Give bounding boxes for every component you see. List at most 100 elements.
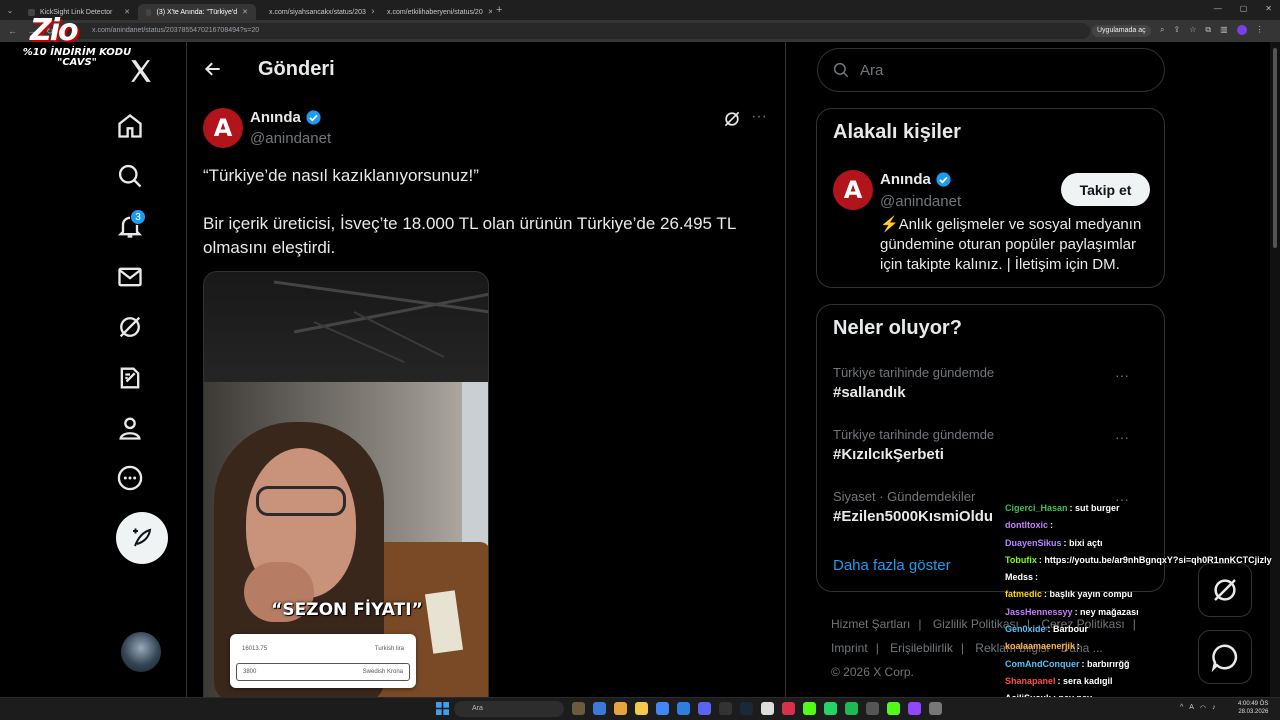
tab-close-icon[interactable]: ✕: [242, 8, 248, 16]
x-logo-icon[interactable]: [128, 58, 154, 84]
tab-title: x.com/siyahsancakx/status/203: [269, 8, 366, 16]
sidebar-icon[interactable]: ▥: [1220, 25, 1228, 35]
url-field[interactable]: x.com/anindanet/status/20378554702167084…: [62, 23, 1090, 39]
close-window-icon[interactable]: ✕: [1265, 4, 1272, 13]
chat-username[interactable]: Tobufix: [1005, 555, 1037, 565]
scrollbar-thumb[interactable]: [1273, 48, 1277, 248]
app-icon[interactable]: [908, 702, 921, 715]
post-video[interactable]: “SEZON FİYATI” 16013.75 Turkish lira 380…: [203, 271, 489, 720]
app-icon[interactable]: [929, 702, 942, 715]
browser-tab-active[interactable]: (3) X'te Anında: "Türkiye'd ✕: [138, 4, 256, 20]
tab-close-icon[interactable]: ✕: [124, 8, 130, 16]
tab-close-icon[interactable]: ✕: [488, 8, 492, 16]
spotify-icon[interactable]: [845, 702, 858, 715]
more-options-circle-icon[interactable]: [116, 464, 144, 492]
account-avatar[interactable]: [121, 632, 161, 672]
wifi-icon[interactable]: ◠: [1200, 704, 1206, 712]
browser-tab[interactable]: x.com/siyahsancakx/status/203 ✕: [256, 4, 374, 20]
mail-icon[interactable]: [656, 702, 669, 715]
obs-icon[interactable]: [866, 702, 879, 715]
profile-icon[interactable]: [1236, 25, 1247, 35]
browser-tab-bar: ⌄ KickSight Link Detector ✕ (3) X'te Anın…: [0, 0, 1280, 20]
related-person-name: Anında: [880, 171, 931, 188]
chat-username[interactable]: Gen0xide: [1005, 624, 1046, 634]
clock[interactable]: 4:00:49 ÖS 28.03.2026: [1238, 700, 1268, 716]
show-more-link[interactable]: Daha fazla göster: [833, 557, 951, 574]
premium-compose-icon[interactable]: [116, 364, 144, 392]
related-person-handle[interactable]: @anindanet: [880, 193, 961, 210]
tab-search-icon[interactable]: ⌄: [0, 6, 20, 15]
file-explorer-icon[interactable]: [635, 702, 648, 715]
author-name-row[interactable]: Anında: [250, 109, 322, 126]
language-icon[interactable]: A: [1189, 704, 1194, 712]
back-icon[interactable]: ←: [8, 26, 17, 37]
home-icon[interactable]: [116, 112, 144, 140]
trend-more-icon[interactable]: ···: [1115, 429, 1129, 445]
profile-person-icon[interactable]: [116, 414, 144, 442]
imprint-link[interactable]: Imprint: [831, 641, 868, 655]
grok-icon[interactable]: [116, 313, 144, 341]
window-controls: — ▢ ✕: [1214, 4, 1272, 13]
widgets-icon[interactable]: [572, 702, 585, 715]
kick-icon[interactable]: [887, 702, 900, 715]
accessibility-link[interactable]: Erişilebilirlik: [890, 641, 953, 655]
follow-button[interactable]: Takip et: [1061, 173, 1150, 206]
vpn-icon[interactable]: [782, 702, 795, 715]
grok-explain-icon[interactable]: [722, 109, 742, 129]
extensions-icon[interactable]: ⧉: [1205, 25, 1211, 35]
epic-games-icon[interactable]: [719, 702, 732, 715]
chat-username[interactable]: Shanapanel: [1005, 676, 1056, 686]
video-caption: “SEZON FİYATI”: [271, 600, 423, 620]
converter-unit: Turkish lira: [374, 646, 404, 652]
chat-username[interactable]: fatmedic: [1005, 589, 1042, 599]
calendar-icon[interactable]: [677, 702, 690, 715]
volume-icon[interactable]: ♪: [1212, 704, 1216, 712]
trend-item[interactable]: Türkiye tarihinde gündemde #KızılcıkŞerb…: [833, 427, 1153, 463]
taskbar-search[interactable]: Ara: [454, 701, 564, 717]
discord-icon[interactable]: [698, 702, 711, 715]
author-avatar[interactable]: A: [203, 108, 243, 148]
browser-tab[interactable]: x.com/etkilihaberyeni/status/20 ✕: [374, 4, 492, 20]
verified-badge-icon: [936, 172, 951, 187]
whatsapp-icon[interactable]: [824, 702, 837, 715]
task-view-icon[interactable]: [593, 702, 606, 715]
notepad-icon[interactable]: [761, 702, 774, 715]
post-more-icon[interactable]: ···: [749, 108, 769, 128]
explore-search-icon[interactable]: [116, 162, 144, 190]
chat-username[interactable]: koalaamaenerjik: [1005, 641, 1075, 651]
messages-mail-icon[interactable]: [116, 263, 144, 291]
new-tab-icon[interactable]: +: [496, 4, 502, 16]
chat-username[interactable]: Medss: [1005, 572, 1033, 582]
messages-float-button[interactable]: [1198, 630, 1252, 684]
grok-float-button[interactable]: [1198, 563, 1252, 617]
chat-username[interactable]: ComAndConquer: [1005, 659, 1080, 669]
chat-username[interactable]: dontltoxic: [1005, 520, 1048, 530]
maximize-icon[interactable]: ▢: [1240, 4, 1248, 13]
trend-more-icon[interactable]: ···: [1115, 367, 1129, 383]
chat-text: :: [1077, 641, 1081, 652]
related-person-avatar[interactable]: A: [833, 170, 873, 210]
chrome-icon[interactable]: [614, 702, 627, 715]
compose-post-button[interactable]: [116, 512, 168, 564]
windows-taskbar: Ara ^ A ◠ ♪ 4:00:49 ÖS 28.03.2026: [0, 697, 1280, 720]
chat-username[interactable]: DuayenSikus: [1005, 538, 1062, 548]
windows-start-icon[interactable]: [436, 702, 449, 715]
share-icon[interactable]: ⇪: [1173, 25, 1180, 35]
search-input[interactable]: Ara: [817, 48, 1165, 92]
kick-icon[interactable]: [803, 702, 816, 715]
zoom-icon[interactable]: ⌕: [1160, 25, 1164, 35]
menu-icon[interactable]: ⋮: [1256, 25, 1264, 35]
steam-icon[interactable]: [740, 702, 753, 715]
related-person-name-row[interactable]: Anında: [880, 171, 952, 188]
author-handle[interactable]: @anindanet: [250, 130, 331, 147]
trend-item[interactable]: Türkiye tarihinde gündemde #sallandık: [833, 365, 1153, 401]
chat-username[interactable]: JassHennessyy: [1005, 607, 1073, 617]
open-in-app-button[interactable]: Uygulamada aç: [1092, 25, 1151, 37]
trend-name: #KızılcıkŞerbeti: [833, 446, 944, 463]
terms-link[interactable]: Hizmet Şartları: [831, 617, 910, 631]
minimize-icon[interactable]: —: [1214, 4, 1222, 13]
chat-username[interactable]: Cigerci_Hasan: [1005, 503, 1068, 513]
bookmark-star-icon[interactable]: ☆: [1189, 25, 1196, 35]
back-arrow-icon[interactable]: [203, 59, 223, 79]
tray-chevron-icon[interactable]: ^: [1180, 704, 1183, 712]
